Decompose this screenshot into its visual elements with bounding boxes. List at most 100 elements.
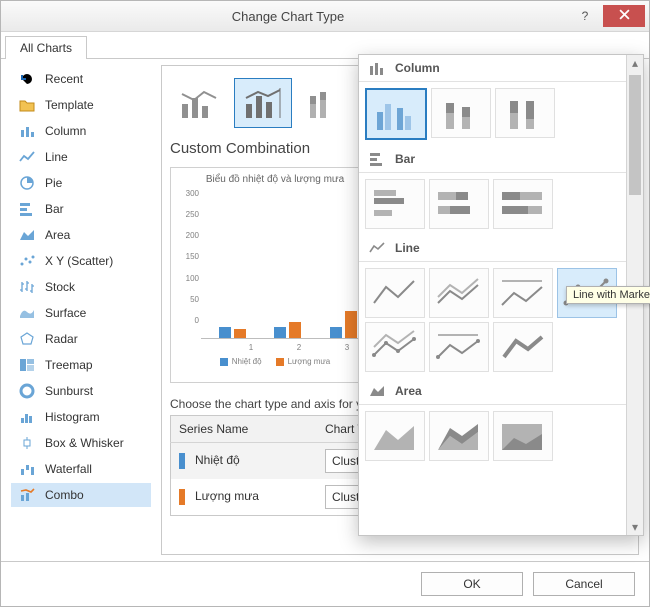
category-pie[interactable]: Pie	[11, 171, 151, 195]
undo-icon	[17, 70, 37, 88]
line-option[interactable]	[365, 268, 425, 318]
stacked-line-option[interactable]	[429, 268, 489, 318]
category-label: Line	[45, 150, 145, 164]
area-option[interactable]	[365, 411, 425, 461]
close-button[interactable]	[603, 5, 645, 27]
combo-icon	[17, 486, 37, 504]
cancel-button[interactable]: Cancel	[533, 572, 635, 596]
category-waterfall[interactable]: Waterfall	[11, 457, 151, 481]
series-name-label: Nhiệt độ	[195, 453, 240, 467]
category-column[interactable]: Column	[11, 119, 151, 143]
stacked-bar-option[interactable]	[429, 179, 489, 229]
stacked-area-option[interactable]	[429, 411, 489, 461]
tab-all-charts[interactable]: All Charts	[5, 36, 87, 59]
column-icon	[367, 60, 387, 76]
category-line[interactable]: Line	[11, 145, 151, 169]
pie-icon	[17, 174, 37, 192]
category-label: X Y (Scatter)	[45, 254, 145, 268]
series-name-label: Lượng mưa	[195, 489, 259, 503]
popup-column-grid	[359, 82, 627, 146]
category-label: Template	[45, 98, 145, 112]
category-stock[interactable]: Stock	[11, 275, 151, 299]
scroll-up-icon[interactable]: ▴	[627, 55, 643, 71]
popup-group-line: Line	[359, 235, 627, 262]
category-combo[interactable]: Combo	[11, 483, 151, 507]
100-stacked-area-option[interactable]	[493, 411, 553, 461]
popup-group-label: Bar	[395, 152, 415, 166]
histogram-icon	[17, 408, 37, 426]
scroll-thumb[interactable]	[629, 75, 641, 195]
scatter-icon	[17, 252, 37, 270]
stacked-column-option[interactable]	[431, 88, 491, 138]
category-sunburst[interactable]: Sunburst	[11, 379, 151, 403]
y-axis-labels: 050100150200250300	[175, 189, 199, 325]
category-bar[interactable]: Bar	[11, 197, 151, 221]
chart-preview: Biểu đồ nhiệt độ và lượng mưa 0501001502…	[170, 167, 380, 383]
100-stacked-bar-option[interactable]	[493, 179, 553, 229]
popup-group-label: Column	[395, 61, 440, 75]
plot-area: 123	[201, 189, 375, 339]
category-label: Treemap	[45, 358, 145, 372]
chart-category-list: Recent Template Column Line	[11, 65, 151, 555]
category-template[interactable]: Template	[11, 93, 151, 117]
column-icon	[17, 122, 37, 140]
category-surface[interactable]: Surface	[11, 301, 151, 325]
category-area[interactable]: Area	[11, 223, 151, 247]
popup-bar-grid	[359, 173, 627, 235]
category-histogram[interactable]: Histogram	[11, 405, 151, 429]
boxwhisker-icon	[17, 434, 37, 452]
area-icon	[367, 383, 387, 399]
dialog-title: Change Chart Type	[5, 9, 571, 24]
3d-line-option[interactable]	[493, 322, 553, 372]
popup-group-column: Column	[359, 55, 627, 82]
bar-icon	[17, 200, 37, 218]
clustered-column-option[interactable]	[365, 88, 427, 140]
100-stacked-column-option[interactable]	[495, 88, 555, 138]
subtype-stacked-col-line[interactable]	[298, 78, 356, 128]
line-icon	[367, 240, 387, 256]
waterfall-icon	[17, 460, 37, 478]
category-label: Waterfall	[45, 462, 145, 476]
category-label: Box & Whisker	[45, 436, 145, 450]
area-icon	[17, 226, 37, 244]
category-radar[interactable]: Radar	[11, 327, 151, 351]
category-xy-scatter[interactable]: X Y (Scatter)	[11, 249, 151, 273]
100-stacked-line-markers-option[interactable]	[429, 322, 489, 372]
folder-icon	[17, 96, 37, 114]
category-label: Column	[45, 124, 145, 138]
clustered-bar-option[interactable]	[365, 179, 425, 229]
scroll-down-icon[interactable]: ▾	[627, 519, 643, 535]
category-label: Area	[45, 228, 145, 242]
popup-group-area: Area	[359, 378, 627, 405]
line-icon	[17, 148, 37, 166]
category-label: Histogram	[45, 410, 145, 424]
series-name-header: Series Name	[171, 416, 317, 443]
category-label: Recent	[45, 72, 145, 86]
subtype-col-line[interactable]	[170, 78, 228, 128]
stacked-line-markers-option[interactable]	[365, 322, 425, 372]
100-stacked-line-option[interactable]	[493, 268, 553, 318]
category-label: Pie	[45, 176, 145, 190]
category-label: Stock	[45, 280, 145, 294]
radar-icon	[17, 330, 37, 348]
category-recent[interactable]: Recent	[11, 67, 151, 91]
subtype-col-line-2axis[interactable]	[234, 78, 292, 128]
bar-icon	[367, 151, 387, 167]
titlebar: Change Chart Type ?	[1, 1, 649, 32]
category-treemap[interactable]: Treemap	[11, 353, 151, 377]
chart-title: Biểu đồ nhiệt độ và lượng mưa	[175, 174, 375, 185]
ok-button[interactable]: OK	[421, 572, 523, 596]
chart-plot: 050100150200250300 123	[175, 189, 375, 339]
surface-icon	[17, 304, 37, 322]
popup-group-bar: Bar	[359, 146, 627, 173]
popup-line-grid	[359, 262, 627, 378]
popup-group-label: Line	[395, 241, 420, 255]
tooltip: Line with Markers	[566, 286, 650, 304]
treemap-icon	[17, 356, 37, 374]
category-label: Bar	[45, 202, 145, 216]
help-button[interactable]: ?	[571, 9, 599, 23]
category-box-whisker[interactable]: Box & Whisker	[11, 431, 151, 455]
stock-icon	[17, 278, 37, 296]
category-label: Surface	[45, 306, 145, 320]
chart-legend: Nhiệt độLượng mưa	[175, 357, 375, 366]
